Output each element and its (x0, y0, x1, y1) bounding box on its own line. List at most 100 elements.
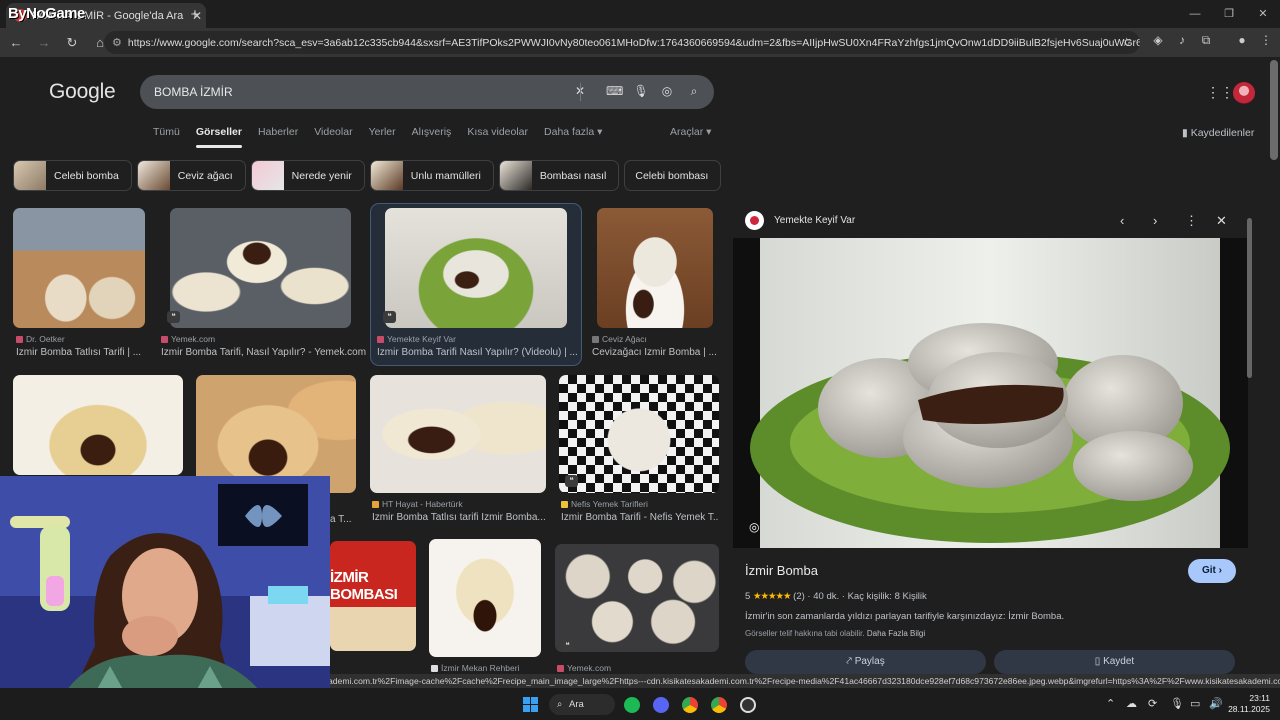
previous-icon[interactable]: ‹ (1120, 213, 1124, 228)
tab-more[interactable]: Daha fazla ▾ (544, 126, 602, 138)
reload-icon[interactable]: ↻ (60, 35, 84, 51)
search-box[interactable]: BOMBA İZMİR ✕ ⌨ 🎙 ◎ ⌕ (140, 75, 714, 109)
puzzle-icon[interactable]: ⧉ (1198, 33, 1214, 48)
extension-icon[interactable]: ◈ (1150, 33, 1166, 47)
restore-icon[interactable]: ❐ (1212, 0, 1246, 28)
site-info-icon[interactable]: ⚙ (112, 36, 122, 49)
tab-videos[interactable]: Videolar (314, 126, 352, 138)
result-thumbnail (559, 375, 719, 493)
google-logo[interactable]: Google (49, 80, 116, 104)
tab-strip: BOMBA İZMİR - Google'da Ara ✕ ByNoGame +… (0, 0, 1280, 28)
image-result[interactable]: İZMİR BOMBASI (330, 541, 416, 651)
result-caption: İzmir Bomba Tatlısı Tarifi | ... (16, 347, 142, 358)
chevron-up-icon[interactable]: ⌃ (1106, 697, 1115, 710)
network-icon[interactable]: ▭ (1190, 697, 1200, 710)
rating-value: 5 (745, 591, 751, 602)
system-clock[interactable]: 23:11 28.11.2025 (1228, 693, 1270, 715)
image-result[interactable]: Dr. Oetker İzmir Bomba Tatlısı Tarifi | … (13, 208, 145, 358)
rating-count: (2) (793, 591, 805, 602)
taskbar-search[interactable]: ⌕ Ara (549, 694, 615, 715)
spotify-icon[interactable] (624, 697, 640, 713)
sync-icon[interactable]: ⟳ (1148, 697, 1157, 710)
back-icon[interactable]: ← (4, 35, 28, 50)
more-options-icon[interactable]: ⋮ (1185, 213, 1198, 229)
chip-label: Celebi bombası (635, 169, 709, 182)
recipe-icon: ❝ (383, 311, 396, 323)
minimize-icon[interactable]: — (1178, 0, 1212, 28)
microphone-icon[interactable]: 🎙 (633, 84, 649, 98)
search-icon[interactable]: ⌕ (686, 84, 702, 99)
cook-time: 40 dk. (813, 591, 840, 602)
image-result[interactable]: HT Hayat - Habertürk İzmir Bomba Tatlısı… (370, 375, 546, 525)
chrome-icon[interactable] (682, 697, 698, 713)
image-result[interactable]: ❝ Yemekte Keyif Var İzmir Bomba Tarifi N… (377, 208, 577, 360)
share-icon: ⤤ (846, 656, 855, 667)
visit-button[interactable]: Git › (1188, 559, 1236, 583)
menu-dots-icon[interactable]: ⋮ (1258, 33, 1274, 47)
more-info-link[interactable]: Daha Fazla Bilgi (867, 629, 925, 638)
chip-label: Unlu mamülleri (410, 169, 481, 182)
panel-header: Yemekte Keyif Var (745, 211, 855, 230)
tab-images[interactable]: Görseller (195, 126, 243, 148)
windows-start-icon[interactable] (523, 697, 538, 712)
chrome-profile-icon[interactable] (711, 697, 727, 713)
next-icon[interactable]: › (1153, 213, 1157, 228)
chip-label: Ceviz ağacı (177, 169, 233, 182)
chip-label: Celebi bomba (54, 169, 119, 182)
preview-image[interactable]: ◎ (733, 238, 1248, 548)
image-result[interactable]: Ceviz Ağacı Cevizağacı İzmir Bomba | ... (592, 208, 717, 358)
tools-button[interactable]: Araçlar ▾ (670, 126, 711, 138)
tab-all[interactable]: Tümü (153, 126, 180, 138)
microphone-icon[interactable]: 🎙 (1170, 697, 1184, 710)
tab-news[interactable]: Haberler (258, 126, 298, 138)
share-button[interactable]: ⤤ Paylaş (745, 650, 986, 674)
result-caption: a T... (330, 514, 352, 525)
close-icon[interactable]: ✕ (1216, 213, 1227, 229)
forward-icon[interactable]: → (32, 35, 56, 50)
tab-short-videos[interactable]: Kısa videolar (467, 126, 528, 138)
image-result[interactable]: ❝ Yemek.com (555, 544, 719, 680)
chip[interactable]: Bombası nasıl (498, 160, 620, 191)
panel-scrollbar[interactable] (1247, 212, 1253, 667)
result-caption: İzmir Bomba Tarifi - Nefis Yemek T... (561, 512, 719, 523)
volume-icon[interactable]: 🔊 (1209, 697, 1223, 710)
chip[interactable]: Ceviz ağacı (136, 160, 246, 191)
chip[interactable]: Celebi bomba (13, 160, 132, 191)
image-result[interactable]: İzmir Mekan Rehberi (429, 539, 541, 679)
image-result[interactable] (13, 375, 183, 475)
tab-shopping[interactable]: Alışveriş (412, 126, 452, 138)
close-window-icon[interactable]: ✕ (1246, 0, 1280, 28)
lens-icon[interactable]: ◎ (659, 84, 675, 98)
save-button[interactable]: ▯ Kaydet (994, 650, 1235, 674)
lens-icon[interactable]: ◎ (749, 520, 759, 534)
servings: Kaç kişilik: 8 Kişilik (847, 591, 927, 602)
avatar[interactable] (1233, 82, 1255, 104)
address-bar[interactable]: ⚙ https://www.google.com/search?sca_esv=… (104, 31, 1140, 54)
chip[interactable]: Nerede yenir (250, 160, 365, 191)
cloud-icon[interactable]: ☁ (1126, 697, 1137, 710)
rating-stars: ★★★★★ (752, 591, 792, 602)
search-input[interactable]: BOMBA İZMİR (154, 85, 233, 99)
image-result[interactable]: ❝ Nefis Yemek Tarifleri İzmir Bomba Tari… (559, 375, 719, 525)
obs-icon[interactable] (740, 697, 756, 713)
keyboard-icon[interactable]: ⌨ (606, 84, 623, 98)
panel-site-name[interactable]: Yemekte Keyif Var (774, 215, 855, 226)
tab-places[interactable]: Yerler (369, 126, 396, 138)
discord-icon[interactable] (653, 697, 669, 713)
page-scrollbar[interactable] (1270, 60, 1278, 160)
profile-icon[interactable]: ● (1234, 33, 1250, 47)
translate-icon[interactable]: ♪ (1174, 33, 1190, 47)
bookmark-star-icon[interactable]: ☆ (1121, 35, 1132, 49)
recipe-icon: ❝ (565, 475, 578, 487)
result-caption: İzmir Bomba Tarifi, Nasıl Yapılır? - Yem… (161, 347, 366, 358)
copyright-note: Görseller telif hakkına tabi olabilir. D… (745, 629, 926, 638)
result-caption: Cevizağacı İzmir Bomba | ... (592, 347, 717, 358)
image-result[interactable]: ❝ Yemek.com İzmir Bomba Tarifi, Nasıl Ya… (161, 208, 366, 358)
chip[interactable]: Celebi bombası (624, 160, 722, 191)
plus-icon[interactable]: + (188, 6, 202, 23)
saved-button[interactable]: ▮ Kaydedilenler (1182, 127, 1254, 139)
status-url: ademi.com.tr%2Fimage-cache%2Fcache%2Frec… (322, 674, 1280, 688)
chip-thumbnail (251, 161, 284, 190)
bookmark-icon: ▯ (1094, 656, 1104, 667)
chip[interactable]: Unlu mamülleri (369, 160, 494, 191)
